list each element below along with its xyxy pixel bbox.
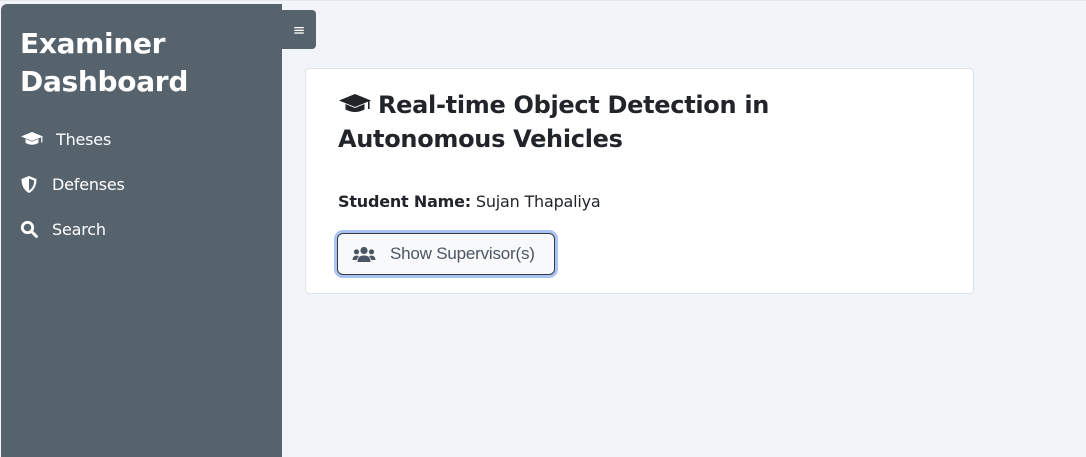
student-name-label: Student Name: bbox=[338, 192, 471, 211]
sidebar-brand: Examiner Dashboard bbox=[20, 27, 189, 98]
thesis-title-text: Real-time Object Detection in Autonomous… bbox=[338, 91, 770, 153]
hamburger-icon: ≡ bbox=[292, 20, 306, 39]
sidebar-item-defenses[interactable]: Defenses bbox=[20, 170, 125, 198]
show-supervisors-label: Show Supervisor(s) bbox=[390, 244, 535, 263]
shield-icon bbox=[20, 174, 44, 194]
show-supervisors-button[interactable]: Show Supervisor(s) bbox=[337, 233, 555, 275]
sidebar-item-label: Theses bbox=[56, 129, 112, 149]
sidebar-item-theses[interactable]: Theses bbox=[20, 125, 111, 153]
sidebar-item-label: Defenses bbox=[52, 174, 125, 194]
thesis-card: Real-time Object Detection in Autonomous… bbox=[305, 68, 974, 294]
sidebar-toggle-button[interactable]: ≡ bbox=[282, 10, 316, 49]
graduation-cap-icon bbox=[20, 129, 44, 149]
sidebar-item-search[interactable]: Search bbox=[20, 215, 106, 243]
graduation-cap-icon bbox=[338, 91, 372, 123]
users-icon bbox=[352, 246, 378, 263]
sidebar: Examiner Dashboard Theses Defenses Searc… bbox=[1, 4, 282, 457]
thesis-title: Real-time Object Detection in Autonomous… bbox=[338, 89, 938, 155]
student-name-value: Sujan Thapaliya bbox=[475, 192, 601, 211]
sidebar-item-label: Search bbox=[52, 219, 106, 239]
student-name-row: Student Name: Sujan Thapaliya bbox=[338, 192, 601, 211]
search-icon bbox=[20, 219, 44, 239]
app-window: Examiner Dashboard Theses Defenses Searc… bbox=[0, 0, 1086, 457]
